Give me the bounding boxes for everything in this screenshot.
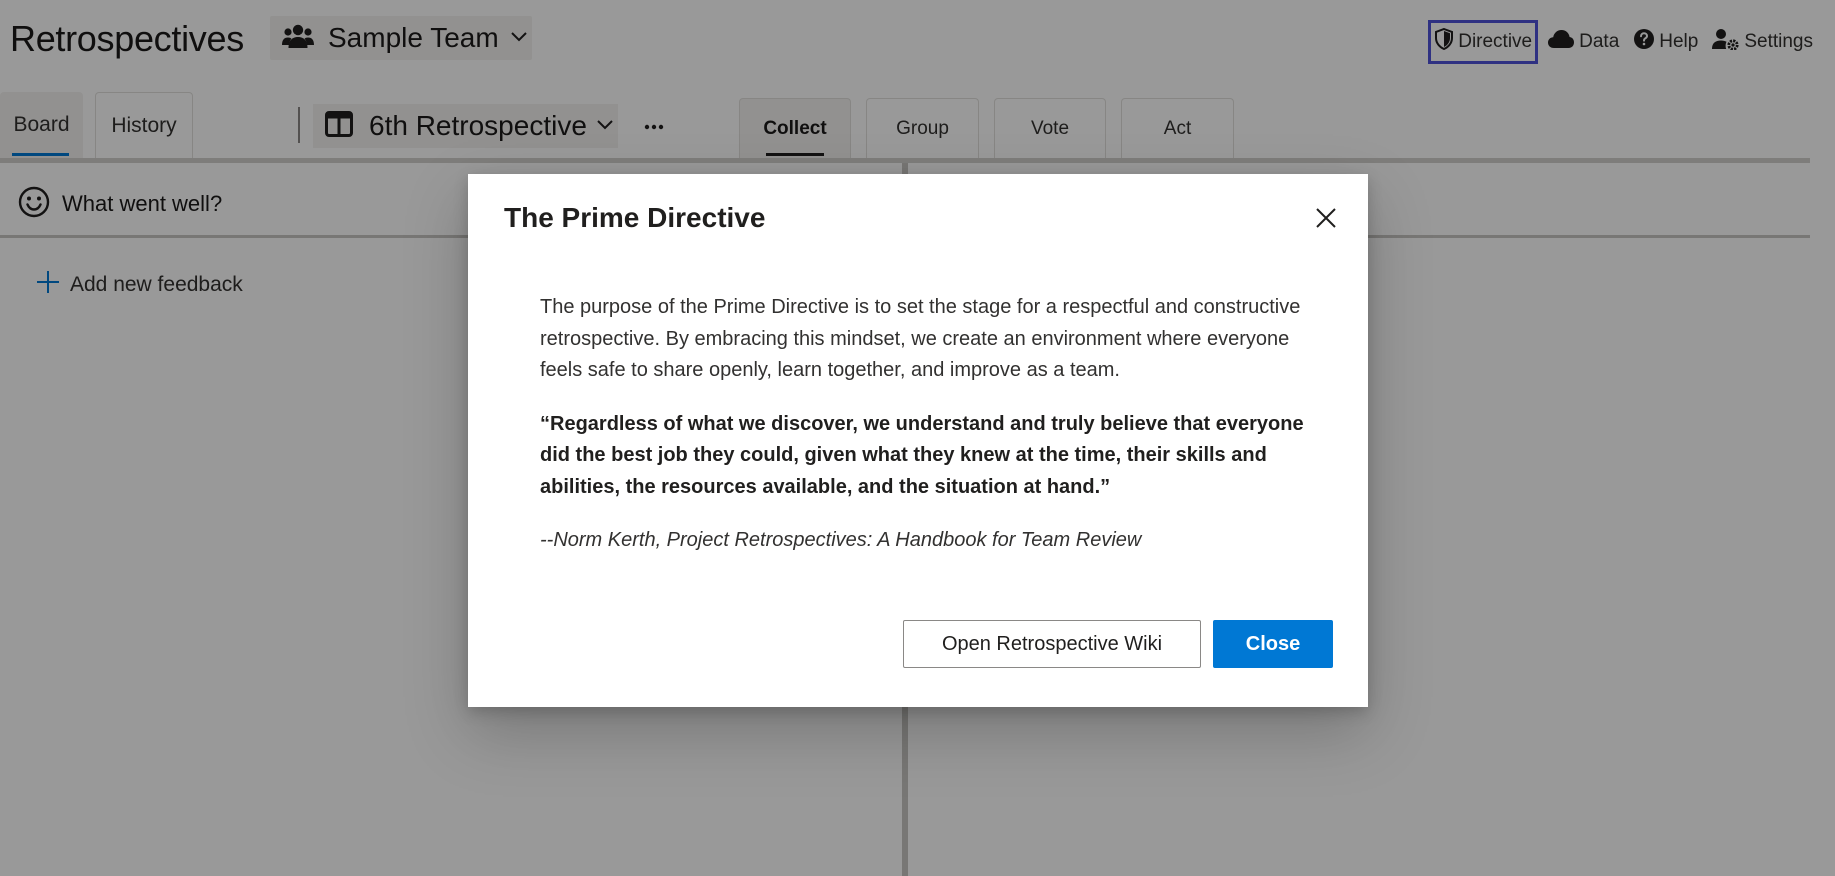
close-icon <box>1316 207 1336 233</box>
open-wiki-button[interactable]: Open Retrospective Wiki <box>903 620 1201 668</box>
close-button[interactable]: Close <box>1213 620 1333 668</box>
directive-quote: “Regardless of what we discover, we unde… <box>540 412 1304 498</box>
dialog-close-button[interactable] <box>1310 204 1342 236</box>
directive-purpose: The purpose of the Prime Directive is to… <box>540 296 1301 381</box>
dialog-body: The purpose of the Prime Directive is to… <box>540 292 1330 557</box>
directive-attribution: --Norm Kerth, Project Retrospectives: A … <box>540 529 1142 551</box>
dialog-title: The Prime Directive <box>504 202 766 233</box>
prime-directive-dialog: The Prime Directive The purpose of the P… <box>468 174 1368 707</box>
